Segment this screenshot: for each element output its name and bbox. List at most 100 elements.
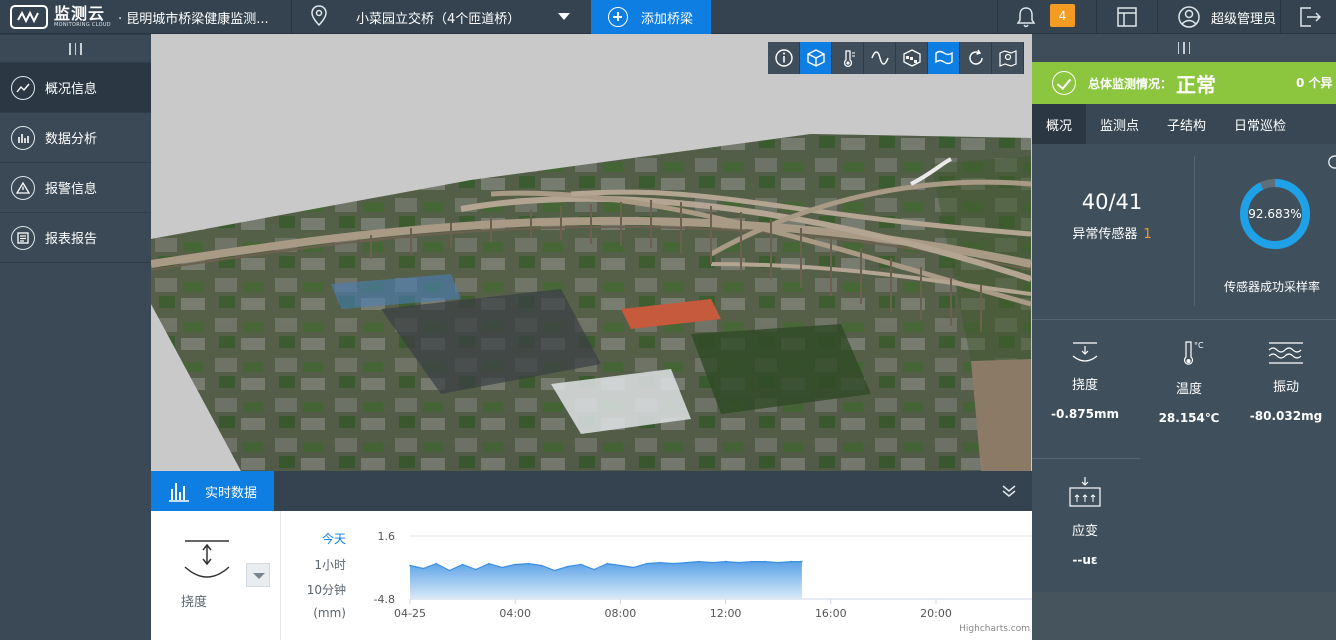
sidebar-item-label: 报表报告 bbox=[45, 232, 98, 247]
chevron-down-icon[interactable] bbox=[558, 13, 570, 20]
bridge-selector[interactable]: 小菜园立交桥（4个匝道桥） bbox=[356, 8, 520, 27]
deflection-point bbox=[619, 564, 622, 567]
metric-strain[interactable]: 应变 --uε bbox=[1045, 476, 1125, 567]
sampling-rate-label: 传感器成功采样率 bbox=[1224, 280, 1321, 294]
y-tick-label: -4.8 bbox=[374, 593, 395, 606]
svg-text:°C: °C bbox=[1194, 341, 1204, 350]
logout-icon[interactable] bbox=[1297, 5, 1322, 33]
window-icon[interactable] bbox=[1116, 6, 1138, 32]
thermometer-icon: °C bbox=[1183, 341, 1204, 365]
chart-icon bbox=[11, 75, 35, 100]
deflection-point bbox=[488, 562, 490, 565]
thermometer-icon[interactable] bbox=[832, 42, 864, 74]
sensor-dropdown[interactable] bbox=[246, 563, 270, 587]
logo-sub-text: MONITORING CLOUD bbox=[54, 22, 111, 28]
deflection-point bbox=[606, 562, 609, 565]
deflection-chart[interactable]: 1.6-4.804-2504:0008:0012:0016:0020:0004 bbox=[351, 511, 1032, 640]
refresh-icon[interactable] bbox=[960, 42, 992, 74]
metric-deflection[interactable]: 挠度 -0.875mm bbox=[1045, 340, 1125, 421]
cube-icon[interactable] bbox=[800, 42, 832, 74]
sidebar-item-label: 报警信息 bbox=[45, 182, 98, 197]
warning-icon bbox=[11, 175, 35, 200]
deflection-point bbox=[672, 562, 674, 565]
deflection-point bbox=[567, 565, 569, 568]
right-panel-collapse-handle[interactable] bbox=[1032, 34, 1336, 62]
divider bbox=[1280, 0, 1281, 34]
abnormal-sensor-value[interactable]: 1 bbox=[1143, 227, 1151, 242]
sidebar-collapse-handle[interactable] bbox=[0, 35, 151, 63]
range-10-minutes[interactable]: 10分钟 bbox=[286, 581, 346, 598]
user-avatar-icon[interactable] bbox=[1177, 5, 1201, 33]
metric-label: 振动 bbox=[1272, 380, 1299, 395]
notification-badge[interactable]: 4 bbox=[1050, 4, 1075, 27]
aerial-bridge-model bbox=[151, 134, 1032, 471]
right-panel-tabs: 概况 监测点 子结构 日常巡检 bbox=[1032, 104, 1336, 144]
grip-icon bbox=[69, 42, 82, 55]
sidebar-item-label: 概况信息 bbox=[45, 82, 98, 97]
x-tick-label: 04-25 bbox=[394, 607, 426, 620]
deflection-icon bbox=[184, 540, 230, 578]
divider bbox=[997, 0, 998, 34]
metric-vibration[interactable]: 振动 -80.032mg bbox=[1246, 340, 1326, 423]
bridge-3d-view[interactable] bbox=[151, 34, 1032, 471]
map-background bbox=[1032, 592, 1336, 640]
divider bbox=[1032, 458, 1140, 459]
deflection-point bbox=[724, 560, 727, 563]
deflection-icon bbox=[1072, 342, 1098, 362]
double-chevron-down-icon[interactable] bbox=[1001, 483, 1017, 503]
abnormal-count[interactable]: 0 个异 bbox=[1296, 74, 1333, 91]
deflection-point bbox=[711, 561, 714, 564]
deflection-point bbox=[514, 563, 516, 566]
deflection-point bbox=[645, 562, 648, 565]
sidebar-item-data-analysis[interactable]: 数据分析 bbox=[0, 113, 151, 163]
tab-overview[interactable]: 概况 bbox=[1032, 104, 1087, 144]
tab-monitoring-points[interactable]: 监测点 bbox=[1086, 104, 1153, 144]
strain-icon bbox=[1069, 477, 1101, 507]
metric-label: 应变 bbox=[1071, 524, 1098, 539]
sidebar: 概况信息 数据分析 报警信息 报表报告 bbox=[0, 35, 151, 640]
divider bbox=[1032, 319, 1336, 320]
range-today[interactable]: 今天 bbox=[286, 530, 346, 547]
refresh-icon[interactable] bbox=[1328, 150, 1336, 174]
metric-value: -0.875mm bbox=[1051, 407, 1119, 421]
bell-icon[interactable] bbox=[1016, 5, 1036, 33]
chart-credit[interactable]: Highcharts.com bbox=[959, 624, 1030, 634]
status-label: 总体监测情况： bbox=[1088, 76, 1173, 91]
logo[interactable]: 监测云 MONITORING CLOUD bbox=[10, 5, 111, 29]
overall-status-bar: 总体监测情况： 正常 0 个异 bbox=[1032, 62, 1336, 104]
metric-value: -80.032mg bbox=[1249, 409, 1323, 423]
bar-chart-icon bbox=[169, 483, 189, 502]
deflection-point bbox=[777, 561, 779, 564]
add-bridge-button[interactable]: 添加桥梁 bbox=[591, 0, 711, 34]
metric-temperature[interactable]: °C 温度 28.154℃ bbox=[1149, 340, 1229, 425]
sidebar-item-overview[interactable]: 概况信息 bbox=[0, 63, 151, 113]
sidebar-item-reports[interactable]: 报表报告 bbox=[0, 213, 151, 263]
checker-cube-icon[interactable] bbox=[896, 42, 928, 74]
deflection-point bbox=[685, 561, 687, 564]
realtime-panel: 挠度 今天 1小时 10分钟 (mm) 1.6 -4.8 04-25 04:00 08:… bbox=[151, 511, 1032, 640]
metric-value: 28.154℃ bbox=[1158, 411, 1220, 425]
deflection-point bbox=[764, 560, 766, 563]
tab-daily-inspection[interactable]: 日常巡检 bbox=[1220, 104, 1300, 144]
user-name[interactable]: 超级管理员 bbox=[1211, 8, 1276, 27]
tab-substructure[interactable]: 子结构 bbox=[1153, 104, 1220, 144]
divider bbox=[1157, 0, 1158, 34]
map-pin-icon[interactable] bbox=[992, 42, 1024, 74]
range-1-hour[interactable]: 1小时 bbox=[286, 556, 346, 573]
realtime-tab-label: 实时数据 bbox=[205, 485, 258, 501]
flag-map-icon[interactable] bbox=[928, 42, 960, 74]
wave-icon[interactable] bbox=[864, 42, 896, 74]
sensor-count: 40/41 异常传感器 1 bbox=[1052, 190, 1172, 242]
metric-label: 温度 bbox=[1175, 382, 1202, 397]
tab-realtime-data[interactable]: 实时数据 bbox=[151, 471, 274, 511]
divider bbox=[1096, 0, 1097, 34]
location-pin-icon bbox=[310, 4, 328, 32]
deflection-point bbox=[475, 568, 477, 571]
sidebar-item-alarms[interactable]: 报警信息 bbox=[0, 163, 151, 213]
top-bar: 监测云 MONITORING CLOUD · 昆明城市桥梁健康监测... 小菜园… bbox=[0, 0, 1336, 34]
right-panel: 总体监测情况： 正常 0 个异 概况 监测点 子结构 日常巡检 40/41 异常… bbox=[1032, 34, 1336, 640]
x-tick-label: 20:00 bbox=[920, 607, 952, 620]
deflection-point bbox=[659, 561, 661, 564]
info-icon[interactable] bbox=[768, 42, 800, 74]
deflection-point bbox=[790, 560, 793, 563]
